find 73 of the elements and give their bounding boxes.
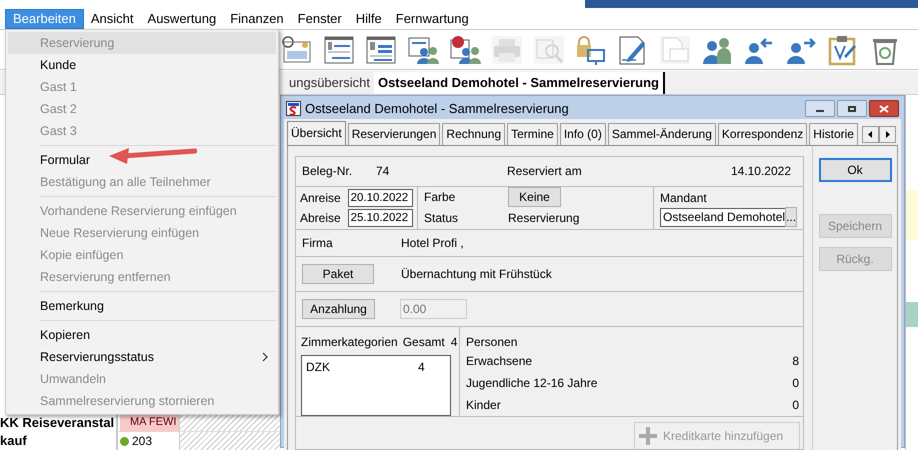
menu-item[interactable]: Kopieren bbox=[8, 324, 276, 346]
value-text: 0 bbox=[792, 396, 799, 414]
list-entry[interactable]: kauf bbox=[0, 432, 27, 450]
label: Beleg-Nr. bbox=[302, 163, 354, 180]
label: Abreise bbox=[300, 210, 342, 226]
date-field[interactable]: 20.10.2022 bbox=[348, 188, 413, 206]
list-row[interactable]: DZK 4 bbox=[306, 358, 446, 376]
value-text: 74 bbox=[376, 163, 390, 180]
restore-button[interactable] bbox=[837, 100, 867, 118]
grid-cell bbox=[906, 302, 918, 327]
scroll-right-icon bbox=[878, 126, 896, 142]
tab[interactable]: Korrespondenz bbox=[718, 122, 808, 144]
label: Erwachsene bbox=[466, 353, 534, 370]
label: Gesamt bbox=[402, 334, 445, 350]
tab[interactable]: Historie bbox=[809, 122, 858, 144]
deposit-button[interactable]: Anzahlung bbox=[302, 298, 375, 318]
lock-monitor-icon[interactable] bbox=[574, 34, 608, 66]
browse-button[interactable]: ... bbox=[785, 207, 798, 227]
app-icon bbox=[286, 101, 301, 116]
scroll-left-icon bbox=[862, 126, 879, 142]
label: Farbe bbox=[424, 189, 456, 206]
menu-item[interactable]: Reservierungsstatus bbox=[8, 346, 276, 368]
label: Kinder bbox=[466, 396, 502, 414]
tab[interactable]: Rechnung bbox=[442, 122, 506, 144]
value-text: 4 bbox=[450, 334, 458, 350]
help-people-icon[interactable] bbox=[448, 34, 482, 66]
label: Jugendliche 12-16 Jahre bbox=[466, 375, 598, 392]
close-icon bbox=[879, 104, 889, 113]
tab[interactable]: Übersicht bbox=[287, 120, 346, 144]
value-text: Übernachtung mit Frühstück bbox=[401, 266, 552, 282]
color-button[interactable]: Keine bbox=[508, 187, 561, 207]
label: Anreise bbox=[300, 190, 342, 206]
menu-item[interactable]: Ansicht bbox=[84, 8, 141, 28]
grid-cell bbox=[906, 190, 918, 240]
client-field[interactable]: Ostseeland Demohotel... bbox=[660, 208, 794, 226]
menu-item[interactable]: Bemerkung bbox=[8, 295, 276, 317]
value-text: 0 bbox=[792, 375, 799, 392]
room-category-list[interactable]: DZK 4 bbox=[301, 354, 451, 416]
date-field[interactable]: 25.10.2022 bbox=[348, 208, 413, 226]
list-entry[interactable]: KK Reiseveranstal bbox=[0, 414, 114, 432]
value-text: 14.10.2022 bbox=[730, 163, 791, 180]
dialog-title: Ostseeland Demohotel - Sammelreservierung bbox=[305, 100, 570, 118]
label: Mandant bbox=[660, 190, 707, 206]
menu-item[interactable]: Fernwartung bbox=[388, 8, 476, 28]
tab[interactable]: Info (0) bbox=[560, 122, 606, 144]
menu-item[interactable]: Hilfe bbox=[348, 8, 389, 28]
room-number: 203 bbox=[132, 433, 152, 450]
label: Status bbox=[424, 210, 460, 227]
package-button[interactable]: Paket bbox=[302, 264, 374, 284]
label: Personen bbox=[466, 334, 518, 350]
tab[interactable]: Reservierungen bbox=[348, 122, 440, 144]
menu-item[interactable]: Formular bbox=[8, 149, 276, 171]
value-text: Hotel Profi , bbox=[401, 234, 464, 252]
tab[interactable]: Termine bbox=[507, 122, 558, 144]
label: Reserviert am bbox=[507, 163, 583, 180]
menu-item[interactable]: Fenster bbox=[290, 8, 349, 28]
minimize-button[interactable] bbox=[805, 100, 835, 118]
menu-item[interactable]: Kunde bbox=[8, 54, 276, 76]
document-tab[interactable]: Ostseeland Demohotel - Sammelreservierung bbox=[374, 72, 665, 94]
close-button[interactable] bbox=[869, 100, 899, 118]
label: Zimmerkategorien bbox=[301, 334, 398, 350]
deposit-field[interactable]: 0.00 bbox=[400, 298, 467, 318]
value-text: Reservierung bbox=[508, 210, 580, 227]
menu-item[interactable]: Auswertung bbox=[140, 8, 224, 28]
tab[interactable]: Sammel-Änderung bbox=[608, 122, 716, 144]
label: Firma bbox=[302, 234, 334, 252]
form-icon[interactable] bbox=[322, 34, 356, 66]
form-icon[interactable] bbox=[364, 34, 398, 66]
dialog-button[interactable]: Ok bbox=[818, 158, 892, 182]
menu-item[interactable]: Finanzen bbox=[223, 8, 291, 28]
value-text: 8 bbox=[792, 353, 799, 370]
document-tab[interactable]: ungsübersicht bbox=[285, 72, 374, 94]
plus-icon bbox=[639, 426, 657, 444]
